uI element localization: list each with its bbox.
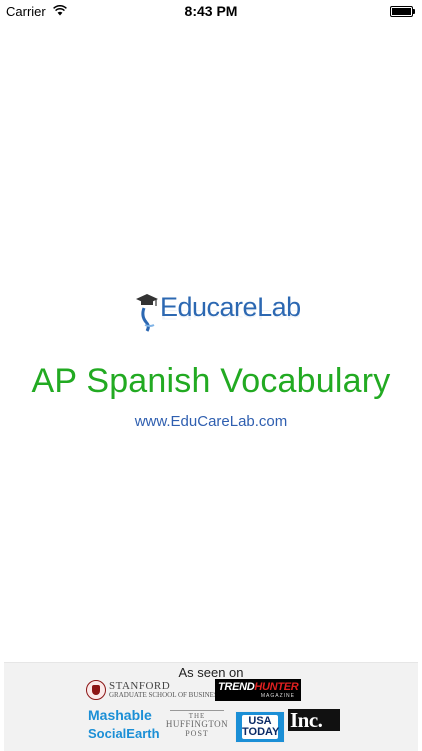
- clock-time: 8:43 PM: [184, 3, 238, 19]
- as-seen-on-heading: As seen on: [178, 665, 244, 680]
- inc-logo: Inc.: [288, 708, 340, 732]
- logo-reflection: EducareLab: [160, 307, 301, 322]
- huffington-post-logo: THE HUFFINGTON POST: [165, 710, 229, 738]
- website-link[interactable]: www.EduCareLab.com: [0, 413, 422, 430]
- app-title: AP Spanish Vocabulary: [31, 362, 391, 400]
- trendhunter-wordmark: TRENDHUNTER: [218, 681, 299, 693]
- as-seen-on-panel: As seen on STANFORD GRADUATE SCHOOL OF B…: [4, 662, 418, 751]
- graduation-cap-icon: [136, 294, 158, 332]
- stanford-subtitle: GRADUATE SCHOOL OF BUSINESS: [109, 691, 222, 699]
- trendhunter-logo: TRENDHUNTER MAGAZINE: [215, 679, 301, 701]
- status-bar: Carrier 8:43 PM: [0, 0, 422, 22]
- mashable-socialearth-logo: Mashable SocialEarth: [88, 707, 160, 747]
- educarelab-logo: EducareLab EducareLab: [0, 288, 422, 338]
- stanford-gsb-logo: STANFORD GRADUATE SCHOOL OF BUSINESS: [86, 679, 222, 701]
- stanford-seal-icon: [86, 680, 106, 700]
- socialearth-wordmark: SocialEarth: [88, 726, 160, 741]
- usa-today-logo: USA TODAY: [235, 711, 285, 743]
- trendhunter-subtitle: MAGAZINE: [260, 693, 295, 699]
- inc-wordmark: Inc.: [290, 708, 323, 732]
- battery-icon: [390, 6, 415, 17]
- mashable-wordmark: Mashable: [88, 707, 152, 723]
